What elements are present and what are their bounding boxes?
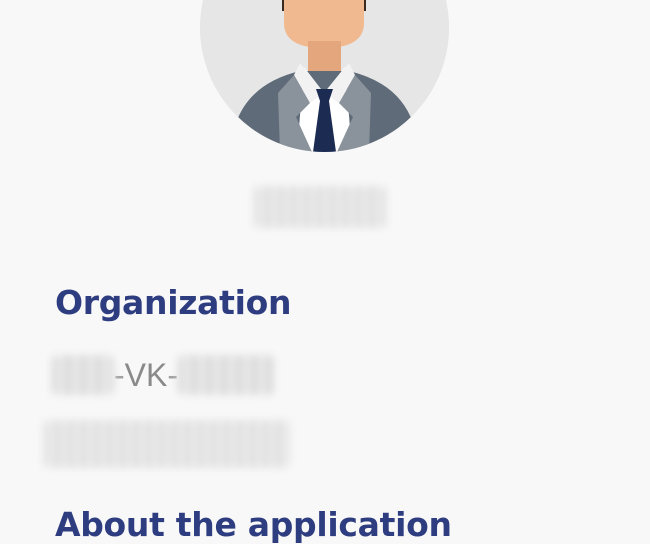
organization-id-visible-part: VK bbox=[124, 356, 168, 393]
organization-id-separator-left: - bbox=[114, 356, 125, 393]
organization-id: - VK - bbox=[52, 352, 274, 398]
organization-id-suffix-redacted bbox=[178, 355, 274, 395]
organization-heading: Organization bbox=[55, 283, 292, 322]
organization-id-separator-right: - bbox=[167, 356, 178, 393]
organization-id-prefix-redacted bbox=[52, 355, 114, 395]
user-avatar-icon bbox=[200, 0, 449, 152]
avatar[interactable] bbox=[200, 0, 449, 152]
user-name-redacted bbox=[254, 186, 386, 228]
organization-name-redacted bbox=[44, 420, 290, 468]
